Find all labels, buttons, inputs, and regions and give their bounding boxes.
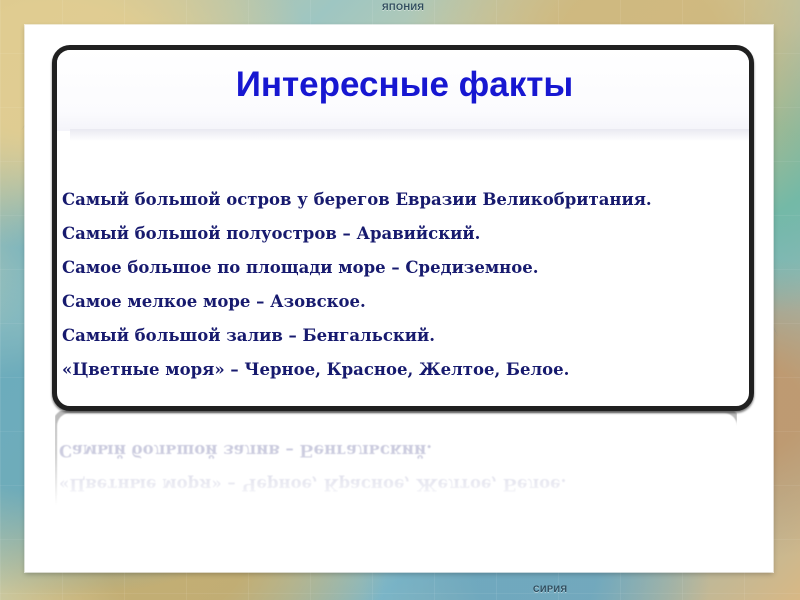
map-label-japan: ЯПОНИЯ: [382, 2, 425, 12]
page-title: Интересные факты: [235, 65, 574, 104]
map-label-syria: СИРИЯ: [533, 584, 568, 594]
fact-item-colored-seas: «Цветные моря» – Черное, Красное, Желтое…: [62, 360, 570, 379]
fact-item-largest-peninsula: Самый большой полуостров – Аравийский.: [62, 224, 481, 243]
fact-item-shallowest-sea: Самое мелкое море – Азовское.: [62, 292, 366, 311]
facts-list: Самый большой остров у берегов Евразии В…: [62, 183, 744, 387]
fact-item-largest-sea: Самое большое по площади море – Средизем…: [62, 258, 539, 277]
facts-card: Интересные факты Самый большой остров у …: [52, 45, 754, 411]
slide-screen: ЯПОНИЯ СИРИЯ Интересные факты Самый боль…: [0, 0, 800, 600]
fact-item-largest-bay: Самый большой залив – Бенгальский.: [62, 326, 436, 345]
fact-item-largest-island: Самый большой остров у берегов Евразии В…: [62, 190, 652, 209]
title-separator: [70, 129, 749, 141]
